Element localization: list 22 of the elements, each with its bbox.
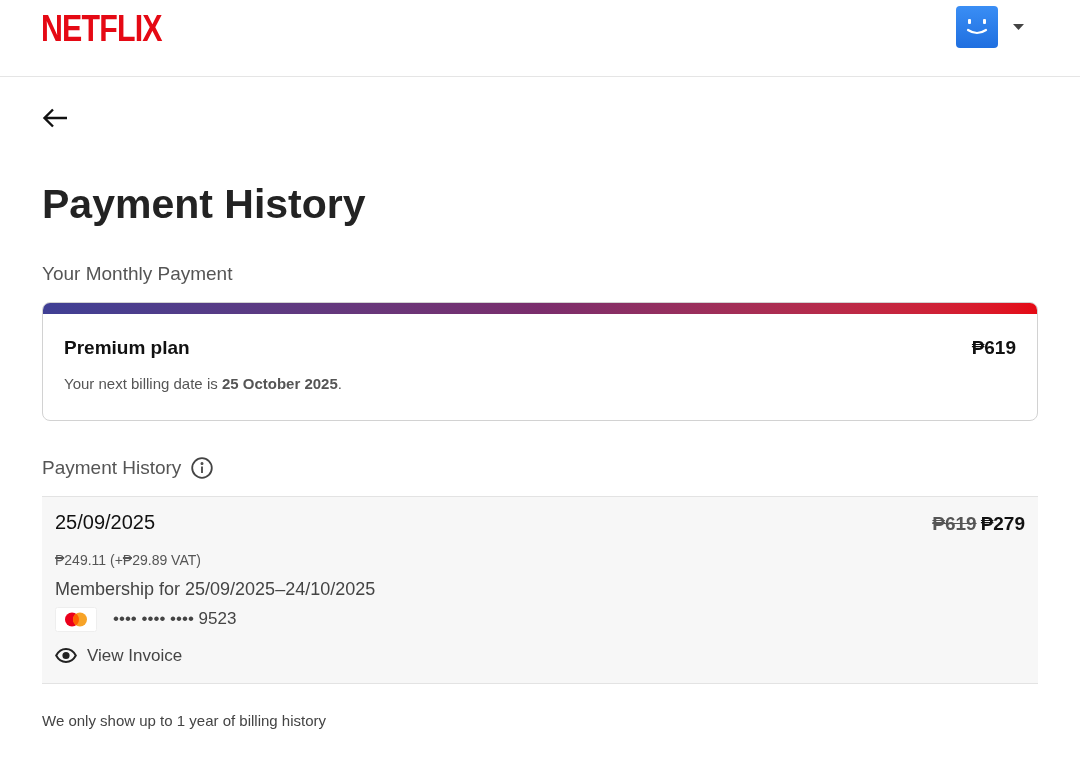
paid-price: ₱279: [980, 512, 1025, 536]
billing-history-note: We only show up to 1 year of billing history: [42, 711, 328, 731]
eye-icon: [55, 648, 77, 663]
caret-icon[interactable]: [1013, 24, 1024, 30]
section-heading: Your Monthly Payment: [42, 262, 234, 286]
original-price: ₱619: [932, 512, 977, 536]
next-billing-text: Your next billing date is 25 October 2025.: [64, 374, 343, 394]
profile-avatar-icon[interactable]: [956, 6, 998, 48]
card-brand-icon: [55, 606, 97, 632]
page-title: Payment History: [42, 180, 367, 228]
back-button[interactable]: [42, 108, 68, 128]
payment-date: 25/09/2025: [55, 510, 156, 535]
membership-period: Membership for 25/09/2025–24/10/2025: [55, 577, 377, 601]
plan-name: Premium plan: [64, 336, 190, 360]
price-breakdown: ₱249.11 (+₱29.89 VAT): [55, 550, 202, 570]
section-heading: Payment History: [42, 456, 182, 480]
card-number: •••• •••• •••• 9523: [113, 608, 237, 630]
netflix-logo[interactable]: NETFLIX: [41, 8, 162, 50]
view-invoice-link[interactable]: View Invoice: [55, 644, 183, 667]
info-icon[interactable]: [191, 457, 214, 479]
back-arrow-icon: [42, 108, 68, 128]
plan-price: ₱619: [971, 336, 1016, 360]
